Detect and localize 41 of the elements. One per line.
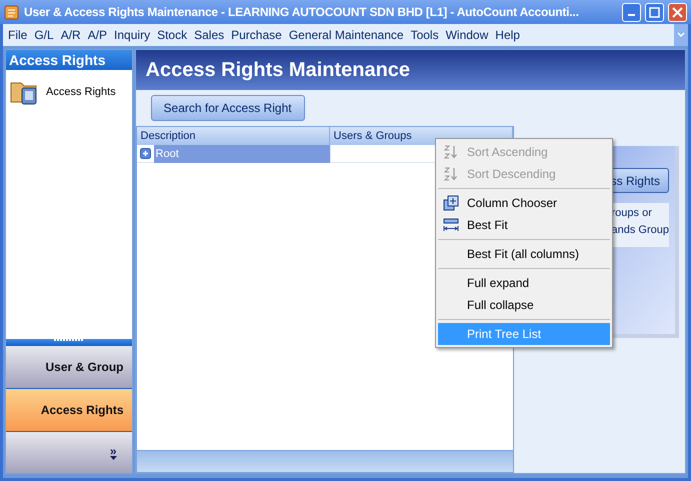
sidebar-item[interactable]: Access Rights	[10, 78, 128, 106]
search-button[interactable]: Search for Access Right	[150, 95, 305, 121]
expand-icon[interactable]	[140, 148, 151, 159]
menu-option[interactable]: Full expand	[438, 272, 610, 294]
menu-item[interactable]: Inquiry	[114, 26, 150, 44]
sort-icon	[443, 144, 459, 160]
window-title: User & Access Rights Maintenance - LEARNING AUTOCOUNT SDN BHD [L1] - AutoCount Accounti...	[24, 4, 580, 21]
menu-item[interactable]: A/P	[88, 26, 108, 44]
caret-icon	[110, 456, 117, 460]
menu-option[interactable]: Best Fit	[438, 214, 610, 236]
menu-option[interactable]: Best Fit (all columns)	[438, 243, 610, 265]
sidebar-header: Access Rights	[6, 50, 132, 70]
menu-item[interactable]: Purchase	[231, 26, 282, 44]
more-buttons-button[interactable]: »	[6, 432, 132, 473]
sort-icon	[443, 166, 459, 182]
chevron-down-icon	[677, 32, 685, 38]
column-chooser-icon	[443, 195, 459, 211]
menu-item[interactable]: A/R	[60, 26, 81, 44]
page-title: Access Rights Maintenance	[146, 58, 410, 83]
close-button[interactable]	[668, 2, 687, 22]
nav-button[interactable]: User & Group	[6, 346, 132, 389]
close-icon	[672, 6, 683, 18]
best-fit-icon	[443, 217, 459, 233]
menu-item[interactable]: Stock	[157, 26, 188, 44]
menu-item[interactable]: Window	[446, 26, 488, 44]
minimize-button[interactable]	[622, 2, 641, 22]
menu-item[interactable]: File	[8, 26, 28, 44]
menu-item[interactable]: G/L	[34, 26, 54, 44]
app-icon	[4, 4, 20, 20]
menu-item[interactable]: Tools	[410, 26, 439, 44]
menu-option[interactable]: Full collapse	[438, 294, 610, 316]
nav-button[interactable]: Access Rights	[6, 389, 132, 432]
grip-icon	[54, 339, 84, 342]
maximize-button[interactable]	[645, 2, 664, 22]
menu-option[interactable]: Column Chooser	[438, 192, 610, 214]
maximize-icon	[649, 6, 660, 18]
menu-item[interactable]: Help	[495, 26, 520, 44]
minimize-icon	[628, 14, 635, 16]
splitter-handle[interactable]	[6, 339, 132, 346]
menu-item[interactable]: Sales	[194, 26, 224, 44]
menu-item[interactable]: General Maintenance	[288, 26, 404, 44]
